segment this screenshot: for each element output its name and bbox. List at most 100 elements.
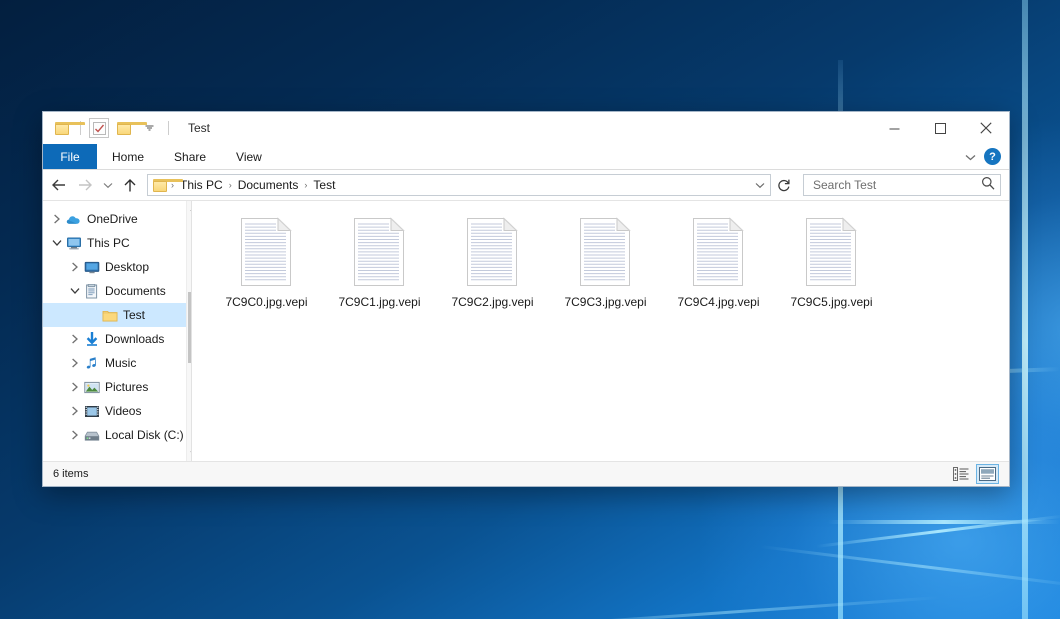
scrollbar-thumb[interactable] <box>188 292 192 363</box>
chevron-right-icon[interactable] <box>67 358 83 368</box>
tab-file[interactable]: File <box>43 144 97 169</box>
minimize-button[interactable] <box>871 112 917 144</box>
back-button[interactable] <box>47 173 71 197</box>
chevron-right-icon[interactable] <box>67 406 83 416</box>
folder-icon <box>153 179 168 192</box>
scroll-down-arrow-icon[interactable] <box>186 445 192 461</box>
desktop-wallpaper: Test File Home Share View <box>0 0 1060 619</box>
chevron-right-icon[interactable] <box>67 430 83 440</box>
wallpaper-beam-vertical-2 <box>1022 0 1028 619</box>
refresh-button[interactable] <box>773 174 795 196</box>
file-item[interactable]: 7C9C5.jpg.vepi <box>775 215 888 309</box>
generic-document-icon <box>578 217 634 287</box>
chevron-down-icon[interactable] <box>49 239 65 247</box>
breadcrumb-item-this-pc[interactable]: This PC <box>176 178 227 192</box>
maximize-button[interactable] <box>917 112 963 144</box>
up-button[interactable] <box>118 173 142 197</box>
breadcrumb-separator: › <box>170 180 175 190</box>
sidebar-item-documents[interactable]: Documents <box>43 279 186 303</box>
sidebar-item-label: Pictures <box>101 380 148 394</box>
search-input[interactable] <box>811 177 981 193</box>
chevron-down-icon[interactable] <box>750 182 770 189</box>
breadcrumb-item-documents[interactable]: Documents <box>234 178 303 192</box>
file-name-label: 7C9C2.jpg.vepi <box>451 295 533 309</box>
sidebar-item-this-pc[interactable]: This PC <box>43 231 186 255</box>
file-list-pane[interactable]: 7C9C0.jpg.vepi 7C9C1.jpg.vepi 7C9C2.jpg.ve… <box>192 201 1009 461</box>
recent-locations-button[interactable] <box>99 173 116 197</box>
title-bar: Test <box>43 112 1009 144</box>
music-note-icon <box>83 356 101 371</box>
file-name-label: 7C9C1.jpg.vepi <box>338 295 420 309</box>
sidebar-item-test[interactable]: Test <box>43 303 186 327</box>
large-icons-view-button[interactable] <box>976 464 999 484</box>
address-bar[interactable]: › This PC › Documents › Test <box>147 174 771 196</box>
sidebar-item-label: Videos <box>101 404 141 418</box>
file-explorer-window: Test File Home Share View <box>42 111 1010 487</box>
file-item[interactable]: 7C9C0.jpg.vepi <box>210 215 323 309</box>
navigation-pane: OneDrive This PCDesktop Documents Test Downl… <box>43 201 192 461</box>
file-name-label: 7C9C3.jpg.vepi <box>564 295 646 309</box>
downloads-arrow-icon <box>83 332 101 347</box>
address-bar-row: › This PC › Documents › Test <box>43 170 1009 200</box>
documents-icon <box>83 284 101 299</box>
new-folder-icon[interactable] <box>114 118 134 138</box>
folder-tree: OneDrive This PCDesktop Documents Test Downl… <box>43 201 186 461</box>
scroll-up-arrow-icon[interactable] <box>186 201 192 217</box>
breadcrumb-separator: › <box>228 180 233 190</box>
sidebar-item-label: Documents <box>101 284 166 298</box>
search-icon[interactable] <box>981 176 995 195</box>
sidebar-item-local-disk-c[interactable]: Local Disk (C:) <box>43 423 186 447</box>
scrollbar-track[interactable] <box>187 217 192 445</box>
quick-access-toolbar: Test <box>43 112 210 144</box>
file-item[interactable]: 7C9C3.jpg.vepi <box>549 215 662 309</box>
breadcrumb-item-test[interactable]: Test <box>309 178 339 192</box>
close-button[interactable] <box>963 112 1009 144</box>
sidebar-scrollbar[interactable] <box>186 201 192 461</box>
view-buttons <box>949 464 1003 484</box>
search-box[interactable] <box>803 174 1001 196</box>
file-item[interactable]: 7C9C4.jpg.vepi <box>662 215 775 309</box>
folder-icon[interactable] <box>52 118 72 138</box>
file-item[interactable]: 7C9C1.jpg.vepi <box>323 215 436 309</box>
window-title: Test <box>188 121 210 135</box>
properties-checkmark-icon[interactable] <box>89 118 109 138</box>
item-count-label: 6 items <box>53 468 88 480</box>
sidebar-item-label: Downloads <box>101 332 164 346</box>
local-disk-icon <box>83 428 101 443</box>
status-bar: 6 items <box>43 461 1009 486</box>
this-pc-monitor-icon <box>65 236 83 251</box>
wallpaper-beam-horizontal-1 <box>828 520 1060 524</box>
chevron-right-icon[interactable] <box>67 334 83 344</box>
tab-home[interactable]: Home <box>97 144 159 169</box>
chevron-down-icon[interactable] <box>67 287 83 295</box>
divider <box>168 121 169 135</box>
chevron-right-icon[interactable] <box>67 262 83 272</box>
sidebar-item-pictures[interactable]: Pictures <box>43 375 186 399</box>
sidebar-item-desktop[interactable]: Desktop <box>43 255 186 279</box>
breadcrumb-separator: › <box>303 180 308 190</box>
sidebar-item-downloads[interactable]: Downloads <box>43 327 186 351</box>
desktop-icon <box>83 260 101 275</box>
forward-button[interactable] <box>73 173 97 197</box>
file-grid: 7C9C0.jpg.vepi 7C9C1.jpg.vepi 7C9C2.jpg.ve… <box>210 215 1009 309</box>
chevron-right-icon[interactable] <box>49 214 65 224</box>
ribbon-tabs: File Home Share View ? <box>43 144 1009 170</box>
tab-view[interactable]: View <box>221 144 277 169</box>
sidebar-item-label: Test <box>119 308 145 322</box>
generic-document-icon <box>691 217 747 287</box>
help-button[interactable]: ? <box>984 148 1001 165</box>
details-view-button[interactable] <box>949 464 972 484</box>
file-name-label: 7C9C4.jpg.vepi <box>677 295 759 309</box>
sidebar-item-onedrive[interactable]: OneDrive <box>43 207 186 231</box>
file-item[interactable]: 7C9C2.jpg.vepi <box>436 215 549 309</box>
chevron-down-icon[interactable] <box>965 148 976 166</box>
tab-share[interactable]: Share <box>159 144 221 169</box>
pictures-icon <box>83 380 101 395</box>
sidebar-item-label: OneDrive <box>83 212 138 226</box>
sidebar-item-music[interactable]: Music <box>43 351 186 375</box>
sidebar-item-videos[interactable]: Videos <box>43 399 186 423</box>
folder-icon <box>101 308 119 323</box>
chevron-right-icon[interactable] <box>67 382 83 392</box>
wallpaper-beam-diagonal <box>816 515 1060 548</box>
generic-document-icon <box>352 217 408 287</box>
